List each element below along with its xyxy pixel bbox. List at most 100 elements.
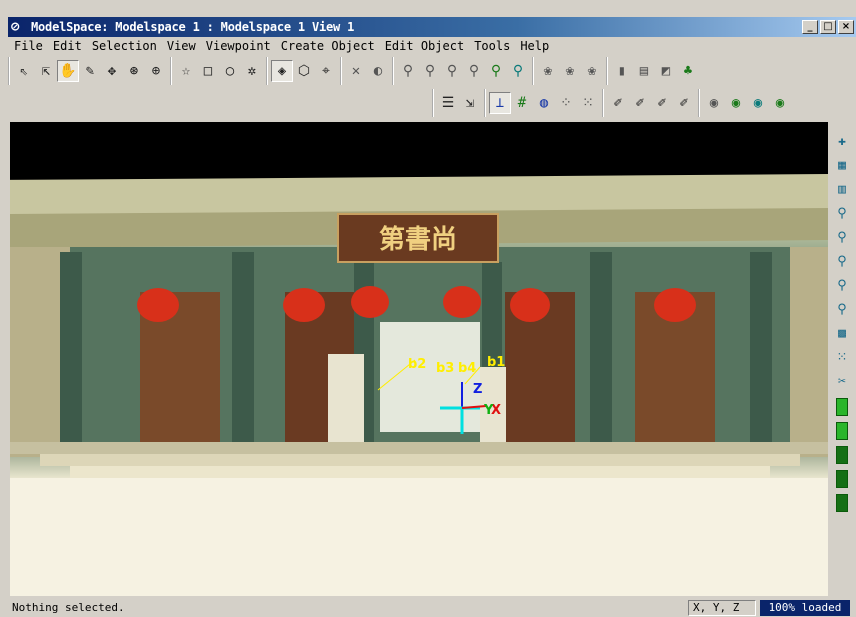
fit-6-icon[interactable]: ⚲: [507, 60, 529, 82]
fit-sphere-icon[interactable]: ⚲: [832, 298, 852, 320]
toolbar-group-fence: ☆ □ ○ ✲: [170, 57, 266, 85]
point-tool-2-icon[interactable]: ◐: [367, 60, 389, 82]
color-4-icon[interactable]: ◉: [769, 92, 791, 114]
add-point-icon[interactable]: ✚: [832, 130, 852, 152]
menu-file[interactable]: File: [10, 39, 49, 53]
object-2-icon[interactable]: ❀: [559, 60, 581, 82]
toolbar-group-layers: ☰ ⇲: [432, 89, 484, 117]
menu-view[interactable]: View: [163, 39, 202, 53]
globe-icon[interactable]: ◍: [533, 92, 555, 114]
cut-plane-icon[interactable]: ✂: [832, 370, 852, 392]
label-b3[interactable]: b3: [436, 361, 454, 376]
menu-tools[interactable]: Tools: [470, 39, 516, 53]
menu-create-object[interactable]: Create Object: [277, 39, 381, 53]
color-3-icon[interactable]: ◉: [747, 92, 769, 114]
label-b1[interactable]: b1: [487, 355, 505, 370]
axes-icon[interactable]: ⊥: [489, 92, 511, 114]
layer-bar[interactable]: [836, 494, 848, 512]
fit-3-icon[interactable]: ⚲: [441, 60, 463, 82]
zoom-icon[interactable]: ⊕: [145, 60, 167, 82]
fit-cylinder-icon[interactable]: ⚲: [832, 250, 852, 272]
layer-bar[interactable]: [836, 446, 848, 464]
fit-5-icon[interactable]: ⚲: [485, 60, 507, 82]
menu-viewpoint[interactable]: Viewpoint: [202, 39, 277, 53]
object-3-icon[interactable]: ❀: [581, 60, 603, 82]
toolbar-group-view: ⊥ # ◍ ⁘ ⁙: [484, 89, 602, 117]
object-5-icon[interactable]: ▤: [633, 60, 655, 82]
menu-help[interactable]: Help: [516, 39, 555, 53]
pencil-icon[interactable]: ✎: [79, 60, 101, 82]
menu-selection[interactable]: Selection: [88, 39, 163, 53]
step: [40, 454, 800, 466]
points-grid-icon[interactable]: ⁙: [832, 346, 852, 368]
fit-pipe-icon[interactable]: ⚲: [832, 202, 852, 224]
point-tool-1-icon[interactable]: ✕: [345, 60, 367, 82]
brush-1-icon[interactable]: ✐: [607, 92, 629, 114]
object-6-icon[interactable]: ◩: [655, 60, 677, 82]
layer-bar[interactable]: [836, 470, 848, 488]
step: [70, 466, 770, 478]
layer-bar[interactable]: [836, 398, 848, 416]
pillar: [750, 252, 772, 452]
brush-3-icon[interactable]: ✐: [651, 92, 673, 114]
point-cloud-scene: 第書尚 b2 b3 b4 b1 Z X Y: [10, 174, 828, 596]
maximize-button[interactable]: □: [820, 20, 836, 34]
application-window: ⊘ ModelSpace: Modelspace 1 : Modelspace …: [0, 0, 856, 617]
pan-hand-icon[interactable]: ✋: [57, 60, 79, 82]
colorize-icon[interactable]: ▦: [832, 154, 852, 176]
mesh-icon[interactable]: ▩: [832, 322, 852, 344]
select-plus-icon[interactable]: ⇱: [35, 60, 57, 82]
fence-polygon-icon[interactable]: ☆: [175, 60, 197, 82]
layers-icon[interactable]: ☰: [437, 92, 459, 114]
color-1-icon[interactable]: ◉: [703, 92, 725, 114]
select-arrow-icon[interactable]: ⇖: [13, 60, 35, 82]
pillar: [232, 252, 254, 452]
brush-4-icon[interactable]: ✐: [673, 92, 695, 114]
pillar: [60, 252, 82, 452]
points-2-icon[interactable]: ⁙: [577, 92, 599, 114]
lantern: [443, 286, 481, 318]
fit-2-icon[interactable]: ⚲: [419, 60, 441, 82]
object-7-icon[interactable]: ♣: [677, 60, 699, 82]
model-viewport[interactable]: 第書尚 b2 b3 b4 b1 Z X Y: [10, 122, 828, 596]
move-cross-icon[interactable]: ✥: [101, 60, 123, 82]
fence-circle-icon[interactable]: ○: [219, 60, 241, 82]
brush-2-icon[interactable]: ✐: [629, 92, 651, 114]
label-b4[interactable]: b4: [458, 361, 476, 376]
render-wire-icon[interactable]: ⬡: [293, 60, 315, 82]
pillar: [590, 252, 612, 452]
menu-edit[interactable]: Edit: [49, 39, 88, 53]
minimize-button[interactable]: _: [802, 20, 818, 34]
toolbar-group-select: ⇖ ⇱ ✋ ✎ ✥ ⊛ ⊕: [8, 57, 170, 85]
toolbar-group-extra: ▮ ▤ ◩ ♣: [606, 57, 702, 85]
fit-plane-icon[interactable]: ⚲: [832, 274, 852, 296]
grid-icon[interactable]: #: [511, 92, 533, 114]
fit-surface-icon[interactable]: ⚲: [832, 226, 852, 248]
cursor-icon[interactable]: ⇲: [459, 92, 481, 114]
color-2-icon[interactable]: ◉: [725, 92, 747, 114]
lantern: [351, 286, 389, 318]
object-1-icon[interactable]: ❀: [537, 60, 559, 82]
grayscale-icon[interactable]: ▥: [832, 178, 852, 200]
points-1-icon[interactable]: ⁘: [555, 92, 577, 114]
layer-bar[interactable]: [836, 422, 848, 440]
label-b2[interactable]: b2: [408, 357, 426, 372]
toolbar-group-brush: ✐ ✐ ✐ ✐: [602, 89, 698, 117]
viewpoint-icon[interactable]: ⌖: [315, 60, 337, 82]
window-title: ModelSpace: Modelspace 1 : Modelspace 1 …: [31, 20, 355, 34]
title-bar[interactable]: ⊘ ModelSpace: Modelspace 1 : Modelspace …: [8, 17, 856, 37]
right-wall: [790, 247, 828, 457]
fence-rectangle-icon[interactable]: □: [197, 60, 219, 82]
fence-star-icon[interactable]: ✲: [241, 60, 263, 82]
render-solid-icon[interactable]: ◈: [271, 60, 293, 82]
rotate-icon[interactable]: ⊛: [123, 60, 145, 82]
close-button[interactable]: ×: [838, 20, 854, 34]
fit-4-icon[interactable]: ⚲: [463, 60, 485, 82]
toolbar-group-objects: ❀ ❀ ❀: [532, 57, 606, 85]
fit-1-icon[interactable]: ⚲: [397, 60, 419, 82]
cyclone-logo-icon[interactable]: ⊘: [11, 19, 27, 35]
status-load-progress: 100% loaded: [760, 599, 850, 616]
menu-bar: File Edit Selection View Viewpoint Creat…: [8, 37, 856, 55]
menu-edit-object[interactable]: Edit Object: [381, 39, 470, 53]
object-4-icon[interactable]: ▮: [611, 60, 633, 82]
